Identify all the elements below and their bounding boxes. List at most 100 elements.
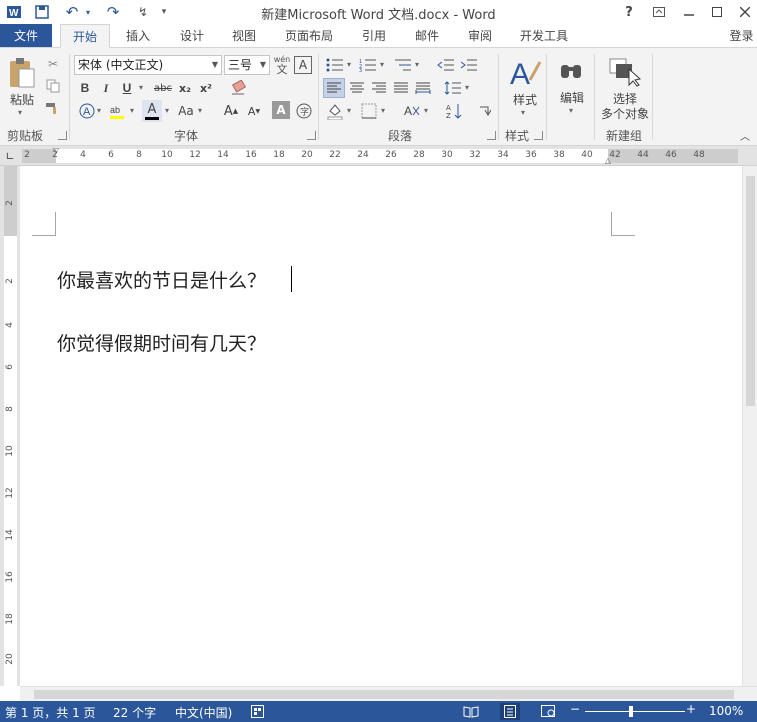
collapse-ribbon-icon[interactable]: ︿ xyxy=(738,128,752,143)
editing-label[interactable]: 编辑 xyxy=(552,89,592,106)
align-left-icon[interactable] xyxy=(323,78,345,98)
strikethrough-icon[interactable]: abc xyxy=(150,79,176,97)
multilevel-list-icon[interactable] xyxy=(392,56,414,74)
sort-icon[interactable]: AZ xyxy=(444,101,464,121)
document-line[interactable]: 你最喜欢的节日是什么？ xyxy=(57,266,266,293)
web-layout-icon[interactable] xyxy=(540,704,556,719)
align-center-icon[interactable] xyxy=(347,78,367,98)
vertical-scroll-thumb[interactable] xyxy=(746,176,755,406)
bold-icon[interactable]: B xyxy=(76,79,94,97)
line-spacing-dropdown-icon[interactable]: ▾ xyxy=(465,83,469,92)
signin-link[interactable]: 登录 xyxy=(726,24,757,48)
tab-developer[interactable]: 开发工具 xyxy=(511,24,577,48)
copy-icon[interactable] xyxy=(44,77,62,95)
horizontal-scroll-thumb[interactable] xyxy=(34,690,734,699)
cut-icon[interactable]: ✂ xyxy=(44,55,62,73)
font-size-combo[interactable]: 三号 ▼ xyxy=(224,55,270,75)
editing-dropdown-icon[interactable]: ▾ xyxy=(569,106,573,115)
tab-home[interactable]: 开始 xyxy=(60,24,110,48)
increase-indent-icon[interactable] xyxy=(459,56,479,74)
phonetic-guide-icon[interactable]: wén 文 xyxy=(272,54,292,76)
underline-dropdown-icon[interactable]: ▾ xyxy=(139,83,143,92)
vertical-scrollbar[interactable] xyxy=(742,166,757,686)
document-page[interactable]: 你最喜欢的节日是什么？ 你觉得假期时间有几天？ xyxy=(20,166,742,686)
chinese-layout-dropdown-icon[interactable]: ▾ xyxy=(424,106,428,115)
numbering-dropdown-icon[interactable]: ▾ xyxy=(380,60,384,69)
select-objects-icon[interactable] xyxy=(606,54,642,88)
align-right-icon[interactable] xyxy=(369,78,389,98)
font-name-combo[interactable]: 宋体 (中文正文) ▼ xyxy=(74,55,222,75)
clear-formatting-icon[interactable] xyxy=(228,78,250,98)
format-painter-brush-icon[interactable] xyxy=(44,99,62,117)
styles-icon[interactable]: A xyxy=(507,55,543,91)
close-icon[interactable] xyxy=(733,2,757,22)
shading-dropdown-icon[interactable]: ▾ xyxy=(347,106,351,115)
borders-icon[interactable] xyxy=(359,101,379,121)
font-color-dropdown-icon[interactable]: ▾ xyxy=(165,106,169,115)
decrease-indent-icon[interactable] xyxy=(436,56,456,74)
zoom-out-button[interactable]: − xyxy=(570,702,580,716)
ribbon-display-icon[interactable] xyxy=(647,2,671,22)
tab-mailings[interactable]: 邮件 xyxy=(405,24,449,48)
character-border-icon[interactable]: A xyxy=(294,56,312,74)
page-count[interactable]: 第 1 页，共 1 页 xyxy=(5,704,96,721)
tab-review[interactable]: 审阅 xyxy=(458,24,502,48)
minimize-icon[interactable] xyxy=(677,2,701,22)
tab-insert[interactable]: 插入 xyxy=(116,24,160,48)
change-case-dropdown-icon[interactable]: ▾ xyxy=(198,106,202,115)
vertical-ruler[interactable]: 2 2 4 6 8 10 12 14 16 18 20 xyxy=(0,166,20,686)
styles-launcher-icon[interactable] xyxy=(534,131,543,140)
zoom-slider-thumb[interactable] xyxy=(629,706,633,717)
character-shading-icon[interactable]: A xyxy=(272,101,290,119)
paste-icon[interactable] xyxy=(6,56,38,90)
document-line[interactable]: 你觉得假期时间有几天？ xyxy=(57,329,266,356)
zoom-in-button[interactable]: + xyxy=(686,702,696,716)
borders-dropdown-icon[interactable]: ▾ xyxy=(381,106,385,115)
subscript-icon[interactable]: x₂ xyxy=(176,79,194,97)
tab-references[interactable]: 引用 xyxy=(352,24,396,48)
word-count[interactable]: 22 个字 xyxy=(113,704,156,721)
tab-view[interactable]: 视图 xyxy=(222,24,266,48)
find-binoculars-icon[interactable] xyxy=(556,56,586,86)
change-case-icon[interactable]: Aa xyxy=(176,101,196,121)
font-launcher-icon[interactable] xyxy=(307,131,316,140)
show-hide-marks-icon[interactable] xyxy=(474,101,494,121)
italic-icon[interactable]: I xyxy=(97,79,115,97)
zoom-slider-track[interactable] xyxy=(585,711,685,712)
font-name-dropdown-icon[interactable]: ▼ xyxy=(212,56,218,74)
text-effects-icon[interactable]: A xyxy=(76,101,98,121)
underline-icon[interactable]: U xyxy=(118,79,136,97)
bullets-icon[interactable] xyxy=(324,56,346,74)
horizontal-ruler[interactable]: ∟ ▽ △ 2 2 4 6 8 10 12 14 16 18 20 22 24 26 28 30 32 34 36 3… xyxy=(0,146,757,166)
language-indicator[interactable]: 中文(中国) xyxy=(175,704,232,721)
styles-dropdown-icon[interactable]: ▾ xyxy=(521,108,525,117)
maximize-icon[interactable] xyxy=(705,2,729,22)
superscript-icon[interactable]: x² xyxy=(197,79,215,97)
grow-font-icon[interactable]: A ▲ xyxy=(222,101,240,121)
line-spacing-icon[interactable] xyxy=(443,78,463,98)
help-icon[interactable]: ? xyxy=(617,2,641,22)
chinese-layout-icon[interactable]: A xyxy=(401,101,423,121)
highlight-dropdown-icon[interactable]: ▾ xyxy=(130,106,134,115)
paragraph-launcher-icon[interactable] xyxy=(487,131,496,140)
font-color-icon[interactable]: A xyxy=(142,100,162,122)
paste-dropdown-icon[interactable]: ▾ xyxy=(18,108,22,117)
tab-page-layout[interactable]: 页面布局 xyxy=(278,24,340,48)
bullets-dropdown-icon[interactable]: ▾ xyxy=(347,60,351,69)
multilevel-dropdown-icon[interactable]: ▾ xyxy=(415,60,419,69)
justify-icon[interactable] xyxy=(391,78,411,98)
zoom-level[interactable]: 100% xyxy=(709,704,743,718)
shading-icon[interactable] xyxy=(324,101,346,121)
styles-label[interactable]: 样式 xyxy=(505,91,545,108)
text-effects-dropdown-icon[interactable]: ▾ xyxy=(97,106,101,115)
horizontal-scrollbar[interactable] xyxy=(20,686,757,701)
font-size-dropdown-icon[interactable]: ▼ xyxy=(260,56,266,74)
tab-file[interactable]: 文件 xyxy=(0,24,52,48)
numbering-icon[interactable]: 123 xyxy=(357,56,379,74)
shrink-font-icon[interactable]: A ▼ xyxy=(245,101,263,121)
paste-label[interactable]: 粘贴 xyxy=(6,91,38,108)
enclose-characters-icon[interactable]: 字 xyxy=(294,101,314,121)
tab-selector-icon[interactable]: ∟ xyxy=(2,149,18,163)
distributed-icon[interactable] xyxy=(413,78,433,98)
read-mode-icon[interactable] xyxy=(463,704,479,719)
